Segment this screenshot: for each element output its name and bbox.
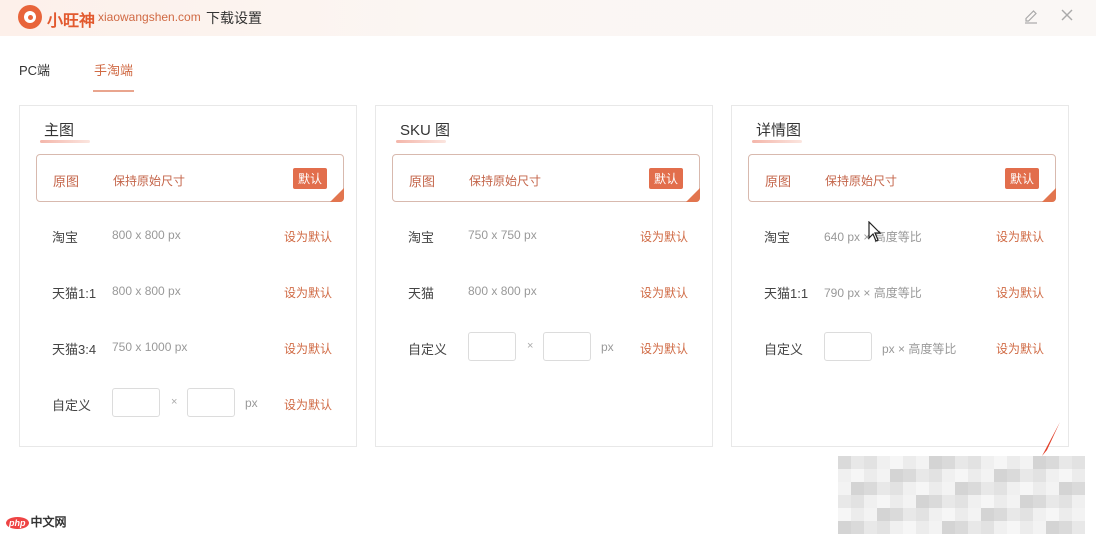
panel-detail-image: 详情图 原图 保持原始尺寸 默认 淘宝 640 px × 高度等比 设为默认 天… xyxy=(731,105,1069,447)
original-size-option[interactable]: 原图 保持原始尺寸 默认 xyxy=(748,154,1056,202)
panel-title: 主图 xyxy=(40,119,90,143)
selected-corner-icon xyxy=(1042,188,1056,202)
set-default-link[interactable]: 设为默认 xyxy=(640,228,688,245)
option-label: 原图 xyxy=(409,174,436,189)
size-option-taobao[interactable]: 淘宝 800 x 800 px 设为默认 xyxy=(52,219,342,253)
title-underline xyxy=(40,140,90,143)
size-option-tmall-1-1[interactable]: 天猫1:1 800 x 800 px 设为默认 xyxy=(52,275,342,309)
tab-pc[interactable]: PC端 xyxy=(19,62,50,90)
size-option-taobao[interactable]: 淘宝 750 x 750 px 设为默认 xyxy=(408,219,698,253)
panel-title: 详情图 xyxy=(752,119,802,143)
default-badge: 默认 xyxy=(292,168,327,189)
title-bar: 小旺神 xiaowangshen.com 下载设置 xyxy=(0,0,1096,36)
title-underline xyxy=(752,140,802,143)
set-default-link[interactable]: 设为默认 xyxy=(640,284,688,301)
window-title: 下载设置 xyxy=(206,10,262,26)
panel-sku-image: SKU 图 原图 保持原始尺寸 默认 淘宝 750 x 750 px 设为默认 … xyxy=(375,105,713,447)
size-option-tmall-3-4[interactable]: 天猫3:4 750 x 1000 px 设为默认 xyxy=(52,331,342,365)
option-desc: 保持原始尺寸 xyxy=(469,174,542,188)
tab-mobile-taobao[interactable]: 手淘端 xyxy=(93,62,135,92)
size-option-taobao[interactable]: 淘宝 640 px × 高度等比 设为默认 xyxy=(764,219,1054,253)
size-option-custom[interactable]: 自定义 px × 高度等比 设为默认 xyxy=(764,331,1054,365)
original-size-option[interactable]: 原图 保持原始尺寸 默认 xyxy=(392,154,700,202)
option-desc: 保持原始尺寸 xyxy=(825,174,898,188)
set-default-link[interactable]: 设为默认 xyxy=(996,340,1044,357)
option-desc: 保持原始尺寸 xyxy=(113,174,186,188)
set-default-link[interactable]: 设为默认 xyxy=(640,340,688,357)
brand-domain: xiaowangshen.com xyxy=(98,10,201,24)
default-badge: 默认 xyxy=(648,168,683,189)
custom-height-input[interactable] xyxy=(543,332,591,361)
app-logo-icon xyxy=(18,5,42,29)
option-label: 原图 xyxy=(53,174,80,189)
set-default-link[interactable]: 设为默认 xyxy=(996,284,1044,301)
watermark-text: 中文网 xyxy=(30,515,67,529)
custom-width-input[interactable] xyxy=(112,388,160,417)
selected-corner-icon xyxy=(330,188,344,202)
set-default-link[interactable]: 设为默认 xyxy=(284,340,332,357)
custom-width-input[interactable] xyxy=(824,332,872,361)
original-size-option[interactable]: 原图 保持原始尺寸 默认 xyxy=(36,154,344,202)
custom-height-input[interactable] xyxy=(187,388,235,417)
watermark: php 中文网 xyxy=(6,513,67,530)
option-label: 原图 xyxy=(765,174,792,189)
size-option-tmall-1-1[interactable]: 天猫1:1 790 px × 高度等比 设为默认 xyxy=(764,275,1054,309)
default-badge: 默认 xyxy=(1004,168,1039,189)
size-option-custom[interactable]: 自定义 × px 设为默认 xyxy=(408,331,698,365)
panel-main-image: 主图 原图 保持原始尺寸 默认 淘宝 800 x 800 px 设为默认 天猫1… xyxy=(19,105,357,447)
close-icon[interactable] xyxy=(1058,8,1076,26)
set-default-link[interactable]: 设为默认 xyxy=(996,228,1044,245)
set-default-link[interactable]: 设为默认 xyxy=(284,228,332,245)
set-default-link[interactable]: 设为默认 xyxy=(284,284,332,301)
size-option-custom[interactable]: 自定义 × px 设为默认 xyxy=(52,387,342,421)
title-underline xyxy=(396,140,446,143)
pencil-icon[interactable] xyxy=(1022,8,1040,26)
panel-title: SKU 图 xyxy=(396,119,450,143)
custom-width-input[interactable] xyxy=(468,332,516,361)
mosaic-overlay xyxy=(838,456,1096,534)
selected-corner-icon xyxy=(686,188,700,202)
php-logo-icon: php xyxy=(6,517,29,529)
brand-name: 小旺神 xyxy=(47,13,96,30)
brush-stroke-icon xyxy=(1042,422,1060,456)
set-default-link[interactable]: 设为默认 xyxy=(284,396,332,413)
size-option-tmall[interactable]: 天猫 800 x 800 px 设为默认 xyxy=(408,275,698,309)
mouse-cursor-icon xyxy=(868,221,882,242)
